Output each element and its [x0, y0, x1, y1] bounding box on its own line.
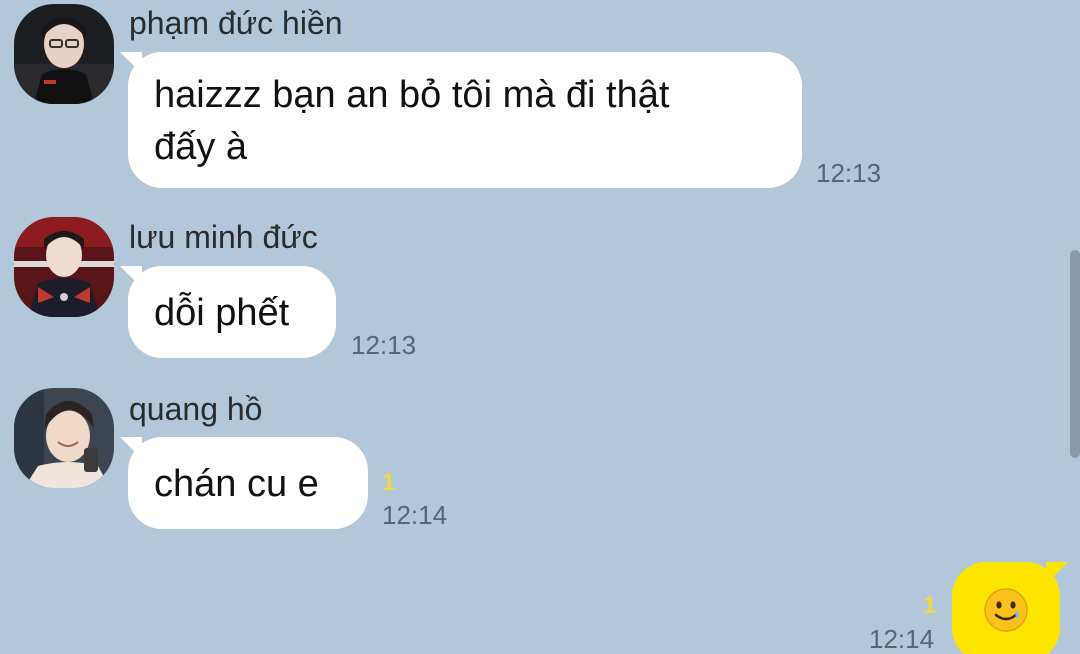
- sender-name: lưu minh đức: [129, 219, 318, 255]
- scrollbar-thumb[interactable]: [1070, 250, 1080, 458]
- message-time: 12:14: [382, 500, 448, 530]
- message-time: 12:13: [351, 330, 417, 360]
- avatar-luu-minh-duc[interactable]: [14, 217, 114, 317]
- message-text-line: chán cu e: [154, 463, 319, 505]
- person-icon: [14, 4, 114, 104]
- message-text-line: haizzz bạn an bỏ tôi mà đi thật: [154, 74, 670, 116]
- message-bubble[interactable]: haizzz bạn an bỏ tôi mà đi thật đấy à: [128, 52, 802, 188]
- message-text-line: dỗi phết: [154, 292, 290, 334]
- message-bubble[interactable]: dỗi phết: [128, 266, 336, 358]
- person-icon: [14, 217, 114, 317]
- person-icon: [14, 388, 114, 488]
- sender-name: phạm đức hiền: [129, 5, 343, 41]
- smiling-face-with-tear-icon: [984, 588, 1028, 632]
- avatar-quang-ho[interactable]: [14, 388, 114, 488]
- message-time: 12:13: [816, 158, 882, 188]
- chat-room: phạm đức hiền haizzz bạn an bỏ tôi mà đi…: [0, 0, 1080, 654]
- unread-count: 1: [923, 592, 937, 619]
- my-message-bubble[interactable]: [952, 562, 1060, 654]
- message-time: 12:14: [869, 624, 935, 654]
- message-bubble[interactable]: chán cu e: [128, 437, 368, 529]
- avatar-pham-duc-hien[interactable]: [14, 4, 114, 104]
- message-text-line: đấy à: [154, 126, 247, 168]
- unread-count: 1: [382, 469, 396, 496]
- sender-name: quang hồ: [129, 391, 263, 427]
